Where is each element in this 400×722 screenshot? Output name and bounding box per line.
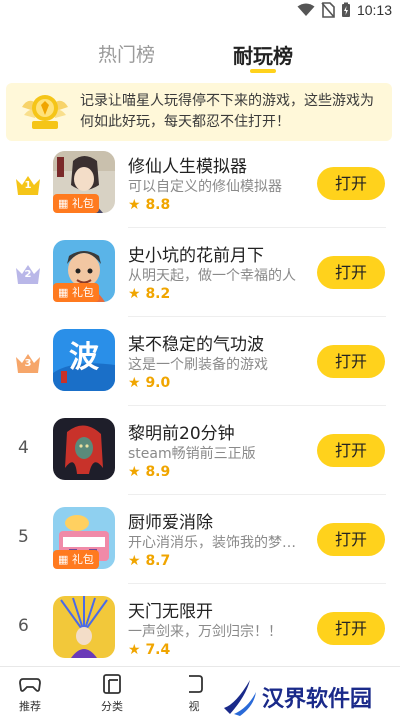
list-item[interactable]: 2 ▦ 礼包 史小坑的花前月下 从明天起，做一个幸福的人 ★ 8.2 打开 [0, 228, 400, 317]
gift-label: 礼包 [71, 553, 94, 566]
rating-value: 8.2 [145, 286, 171, 302]
rating-value: 9.0 [145, 375, 171, 391]
category-icon [103, 674, 121, 694]
game-desc: 从明天起，做一个幸福的人 [128, 268, 296, 284]
open-button[interactable]: 打开 [317, 345, 385, 378]
active-tab-indicator [250, 69, 276, 73]
game-rating: ★ 9.0 [128, 375, 170, 391]
game-icon-tianmen[interactable] [53, 596, 115, 658]
no-sim-icon [321, 2, 335, 18]
game-name[interactable]: 黎明前20分钟 [128, 419, 235, 444]
game-name[interactable]: 史小坑的花前月下 [128, 241, 264, 266]
star-icon: ★ [128, 553, 146, 569]
watermark-logo-icon [224, 680, 256, 716]
ranking-banner: 记录让喵星人玩得停不下来的游戏，这些游戏为何如此好玩，每天都忍不住打开！ [6, 83, 392, 141]
game-rating: ★ 8.7 [128, 553, 170, 569]
list-item[interactable]: 4 黎明前20分钟 steam畅销前三正版 ★ 8.9 打开 [0, 406, 400, 495]
list-item[interactable]: 3 波 某不稳定的气功波 这是一个刷装备的游戏 ★ 9.0 打开 [0, 317, 400, 406]
nav-label: 推荐 [19, 700, 41, 713]
gift-icon: ▦ [58, 197, 72, 210]
nav-item-category[interactable]: 分类 [82, 673, 142, 714]
star-icon: ★ [128, 642, 146, 658]
bronze-crown-icon: 3 [14, 351, 42, 375]
game-desc: 开心消消乐，装饰我的梦幻... [128, 535, 306, 551]
game-rating: ★ 8.2 [128, 286, 170, 302]
star-icon: ★ [128, 197, 146, 213]
gift-icon: ▦ [58, 286, 72, 299]
rank-number: 6 [18, 616, 29, 636]
wifi-icon [297, 3, 315, 16]
game-desc: 一声剑来，万剑归宗！！ [128, 624, 282, 640]
nav-item-video[interactable]: 视 [164, 673, 224, 714]
gift-label: 礼包 [71, 197, 94, 210]
nav-label: 分类 [101, 700, 123, 713]
ranking-tabs: 热门榜 耐玩榜 [0, 28, 400, 78]
status-bar: 10:13 [0, 0, 400, 22]
watermark-text: 汉界软件园 [262, 687, 373, 712]
rating-value: 7.4 [145, 642, 171, 658]
video-icon [189, 675, 203, 693]
rank-label: 1 [24, 180, 32, 191]
open-button[interactable]: 打开 [317, 523, 385, 556]
gift-badge: ▦ 礼包 [53, 283, 99, 302]
gamepad-icon [19, 678, 41, 692]
game-name[interactable]: 某不稳定的气功波 [128, 330, 264, 355]
rank-label: 2 [24, 269, 32, 280]
gift-badge: ▦ 礼包 [53, 550, 99, 569]
gold-crown-icon: 1 [14, 173, 42, 197]
open-button[interactable]: 打开 [317, 612, 385, 645]
rating-value: 8.8 [145, 197, 171, 213]
nav-label: 视 [188, 700, 200, 713]
game-name[interactable]: 天门无限开 [128, 597, 213, 622]
nav-item-recommend[interactable]: 推荐 [0, 673, 60, 714]
star-icon: ★ [128, 375, 146, 391]
open-button[interactable]: 打开 [317, 167, 385, 200]
open-button[interactable]: 打开 [317, 434, 385, 467]
star-icon: ★ [128, 286, 146, 302]
game-desc: 可以自定义的修仙模拟器 [128, 179, 282, 195]
gift-icon: ▦ [58, 553, 72, 566]
banner-text: 记录让喵星人玩得停不下来的游戏，这些游戏为何如此好玩，每天都忍不住打开！ [80, 93, 374, 130]
rank-number: 4 [18, 438, 29, 458]
game-desc: steam畅销前三正版 [128, 446, 256, 462]
list-item[interactable]: 6 天门无限开 一声剑来，万剑归宗！！ ★ 7.4 打开 [0, 584, 400, 673]
rating-value: 8.7 [145, 553, 171, 569]
open-button[interactable]: 打开 [317, 256, 385, 289]
rating-value: 8.9 [145, 464, 171, 480]
medal-icon [22, 95, 68, 129]
game-rating: ★ 8.9 [128, 464, 170, 480]
list-item[interactable]: 1 ▦ 礼包 修仙人生模拟器 可以自定义的修仙模拟器 ★ 8.8 打开 [0, 139, 400, 228]
watermark: 汉界软件园 [218, 672, 400, 720]
status-time: 10:13 [356, 2, 392, 18]
gift-badge: ▦ 礼包 [53, 194, 99, 213]
game-rating: ★ 7.4 [128, 642, 170, 658]
tab-hot[interactable]: 热门榜 [98, 40, 155, 67]
rank-label: 3 [24, 358, 32, 369]
game-rating: ★ 8.8 [128, 197, 170, 213]
game-desc: 这是一个刷装备的游戏 [128, 357, 268, 373]
game-icon-qigongbo[interactable]: 波 [53, 329, 115, 391]
star-icon: ★ [128, 464, 146, 480]
svg-text:波: 波 [69, 340, 100, 375]
silver-crown-icon: 2 [14, 262, 42, 286]
status-icons: 10:13 [297, 2, 392, 18]
gift-label: 礼包 [71, 286, 94, 299]
list-item[interactable]: 5 ▦ 礼包 厨师爱消除 开心消消乐，装饰我的梦幻... ★ 8.7 打开 [0, 495, 400, 584]
game-name[interactable]: 修仙人生模拟器 [128, 152, 247, 177]
rank-number: 5 [18, 527, 29, 547]
game-name[interactable]: 厨师爱消除 [128, 508, 213, 533]
game-icon-liming[interactable] [53, 418, 115, 480]
tab-durable[interactable]: 耐玩榜 [233, 40, 293, 69]
battery-icon [341, 2, 350, 17]
